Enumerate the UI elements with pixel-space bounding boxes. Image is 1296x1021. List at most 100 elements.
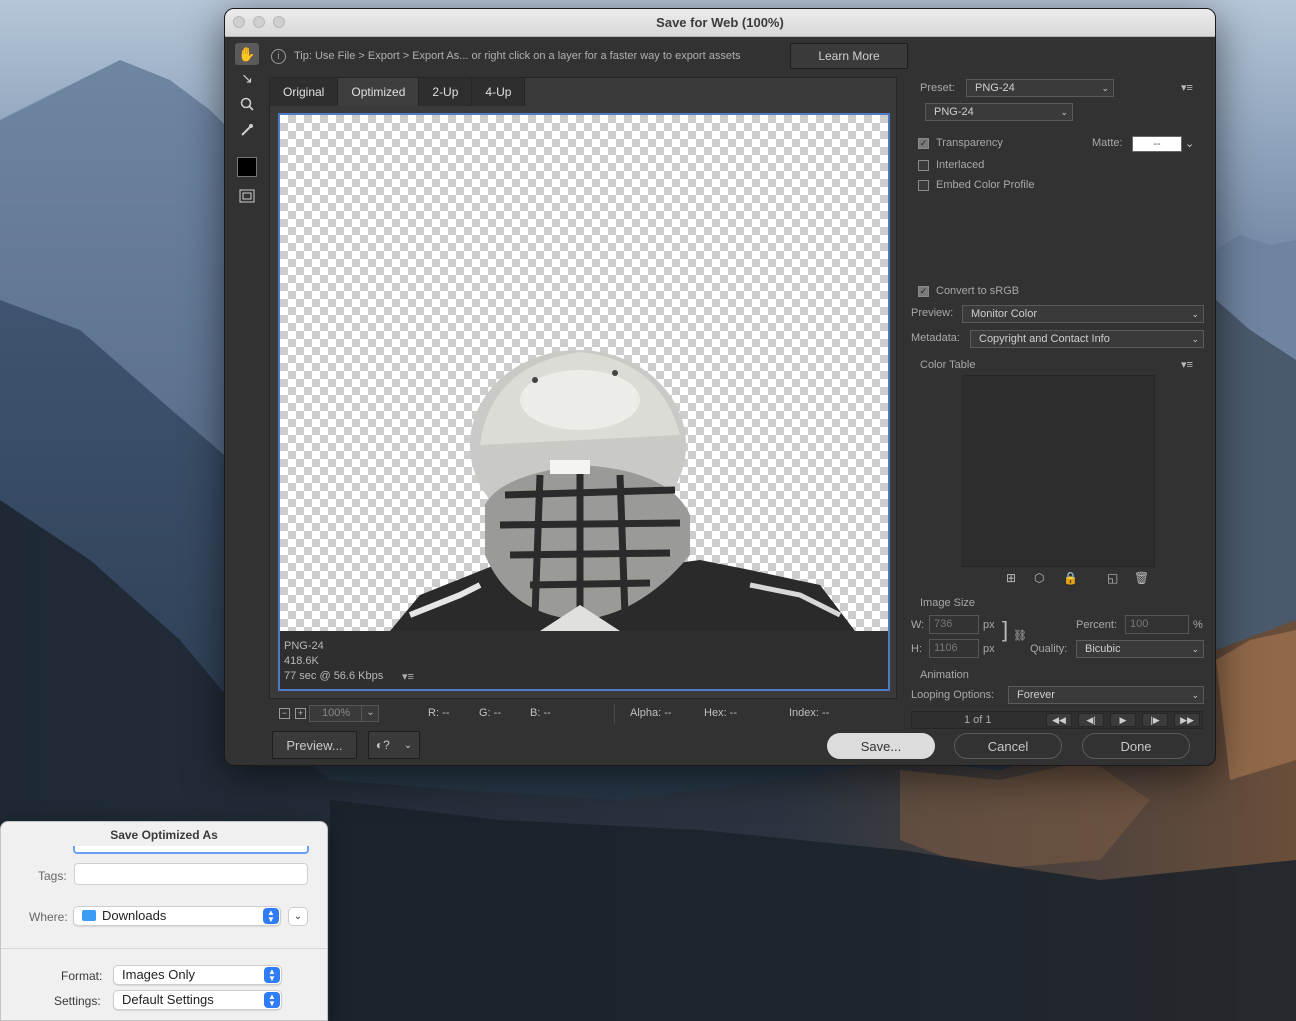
done-button[interactable]: Done [1082, 733, 1190, 759]
preview-label: Preview: [911, 307, 954, 319]
title-bar: Save for Web (100%) [225, 9, 1215, 37]
chevron-down-icon: ⌄ [1191, 309, 1199, 319]
percent-label: Percent: [1076, 619, 1117, 631]
quality-select[interactable]: Bicubic ⌄ [1076, 640, 1204, 658]
metadata-select[interactable]: Copyright and Contact Info ⌄ [970, 330, 1204, 348]
chevron-down-icon: ⌄ [1060, 107, 1068, 117]
quality-value: Bicubic [1085, 643, 1121, 655]
cube-icon[interactable]: ⬡ [1034, 571, 1044, 585]
embed-color-profile-checkbox[interactable] [918, 180, 929, 191]
save-for-web-window: Save for Web (100%) ✋ ↘ i Tip: Use File … [224, 8, 1216, 766]
convert-srgb-checkbox[interactable]: ✓ [918, 286, 929, 297]
frame-counter: 1 of 1 [964, 714, 992, 726]
format-popup[interactable]: Images Only ▲ ▼ [113, 965, 282, 985]
tags-label: Tags: [38, 869, 67, 883]
tab-original[interactable]: Original [270, 78, 339, 106]
looping-select[interactable]: Forever ⌄ [1008, 686, 1204, 704]
status-bar: − + 100% ⌄ R: -- G: -- B: -- Alpha: -- H… [269, 704, 897, 724]
blue-readout: B: -- [530, 707, 551, 719]
slice-select-tool-icon[interactable]: ↘ [235, 67, 259, 89]
format-popup-value: Images Only [122, 967, 195, 982]
previous-frame-icon[interactable]: ◀| [1078, 713, 1104, 727]
chevron-down-icon: ⌄ [1191, 690, 1199, 700]
learn-more-button[interactable]: Learn More [790, 43, 908, 69]
width-label: W: [911, 619, 925, 631]
where-popup[interactable]: Downloads ▲ ▼ [73, 906, 281, 926]
chevron-down-icon: ⌄ [1101, 83, 1109, 93]
tip-bar: i Tip: Use File > Export > Export As... … [271, 44, 741, 68]
new-color-icon[interactable]: ◱ [1107, 571, 1118, 585]
transparency-checkbox[interactable]: ✓ [918, 138, 929, 149]
preview-browser-button[interactable]: ◐? ⌄ [368, 731, 420, 759]
width-unit: px [983, 619, 995, 631]
file-format-select[interactable]: PNG-24 ⌄ [925, 103, 1073, 121]
percent-unit: % [1193, 619, 1203, 631]
zoom-out-icon[interactable]: − [279, 708, 290, 719]
preview-button[interactable]: Preview... [272, 731, 357, 759]
cancel-button[interactable]: Cancel [954, 733, 1062, 759]
color-table-label: Color Table [920, 359, 976, 371]
interlaced-label: Interlaced [936, 159, 985, 171]
play-icon[interactable]: ▶ [1110, 713, 1136, 727]
save-button[interactable]: Save... [827, 733, 935, 759]
image-size-label: Image Size [920, 597, 976, 609]
quality-label: Quality: [1030, 643, 1068, 655]
animation-controls: 1 of 1 ◀◀ ◀| ▶ |▶ ▶▶ [911, 711, 1203, 729]
web-snap-icon[interactable]: ⊞ [1006, 571, 1016, 585]
save-as-field[interactable] [73, 846, 309, 854]
chevron-down-icon[interactable]: ⌄ [1185, 137, 1194, 150]
where-value: Downloads [102, 908, 167, 923]
preview-panel: Original Optimized 2-Up 4-Up PNG-24 418.… [269, 77, 897, 699]
height-field[interactable]: 1106 [929, 639, 979, 658]
matte-swatch[interactable]: -- [1132, 136, 1182, 152]
green-readout: G: -- [479, 707, 501, 719]
optimized-format: PNG-24 [284, 640, 324, 652]
zoom-in-icon[interactable]: + [295, 708, 306, 719]
hand-tool-icon[interactable]: ✋ [235, 43, 259, 65]
preset-select[interactable]: PNG-24 ⌄ [966, 79, 1114, 97]
eyedropper-tool-icon[interactable] [235, 119, 259, 141]
first-frame-icon[interactable]: ◀◀ [1046, 713, 1072, 727]
trash-icon[interactable]: 🗑 [1134, 571, 1149, 585]
info-icon: i [271, 48, 286, 64]
tab-2-up[interactable]: 2-Up [419, 78, 473, 106]
height-label: H: [911, 643, 922, 655]
percent-field[interactable]: 100 [1125, 615, 1189, 634]
next-frame-icon[interactable]: |▶ [1142, 713, 1168, 727]
lock-icon[interactable]: 🔒 [1063, 571, 1078, 585]
tags-field[interactable] [74, 863, 308, 885]
embed-color-profile-label: Embed Color Profile [936, 179, 1035, 191]
settings-popup[interactable]: Default Settings ▲ ▼ [113, 990, 282, 1010]
settings-popup-value: Default Settings [122, 992, 214, 1007]
height-unit: px [983, 643, 995, 655]
view-tabs: Original Optimized 2-Up 4-Up [270, 78, 526, 106]
optimized-info: PNG-24 418.6K 77 sec @ 56.6 Kbps [284, 639, 383, 684]
tab-optimized[interactable]: Optimized [338, 78, 420, 106]
color-table-menu-icon[interactable]: ▾≡ [1181, 358, 1193, 371]
browser-help-icon: ◐? [375, 738, 390, 752]
width-field[interactable]: 736 [929, 615, 979, 634]
format-label: Format: [61, 969, 103, 983]
preview-canvas[interactable] [280, 115, 888, 631]
chevron-down-icon: ⌄ [403, 739, 413, 751]
chain-link-icon[interactable]: ⛓ [1013, 629, 1027, 642]
info-menu-icon[interactable]: ▾≡ [402, 670, 414, 683]
interlaced-checkbox[interactable] [918, 160, 929, 171]
folder-icon [82, 910, 96, 921]
optimized-download-time: 77 sec @ 56.6 Kbps [284, 670, 384, 682]
preview-color-select[interactable]: Monitor Color ⌄ [962, 305, 1204, 323]
zoom-tool-icon[interactable] [235, 93, 259, 115]
color-table[interactable] [962, 375, 1155, 567]
preset-value: PNG-24 [975, 82, 1015, 94]
optimized-preview-frame[interactable]: PNG-24 418.6K 77 sec @ 56.6 Kbps ▾≡ [278, 113, 890, 691]
toggle-slices-icon[interactable] [235, 185, 259, 207]
last-frame-icon[interactable]: ▶▶ [1174, 713, 1200, 727]
expand-chevron-icon[interactable]: ⌄ [288, 907, 308, 926]
settings-label: Settings: [54, 994, 101, 1008]
tab-4-up[interactable]: 4-Up [472, 78, 526, 106]
transparency-label: Transparency [936, 137, 1003, 149]
where-label: Where: [29, 910, 68, 924]
settings-menu-icon[interactable]: ▾≡ [1181, 81, 1193, 94]
eyedropper-color-swatch[interactable] [237, 157, 257, 177]
chevron-down-icon[interactable]: ⌄ [361, 705, 379, 722]
